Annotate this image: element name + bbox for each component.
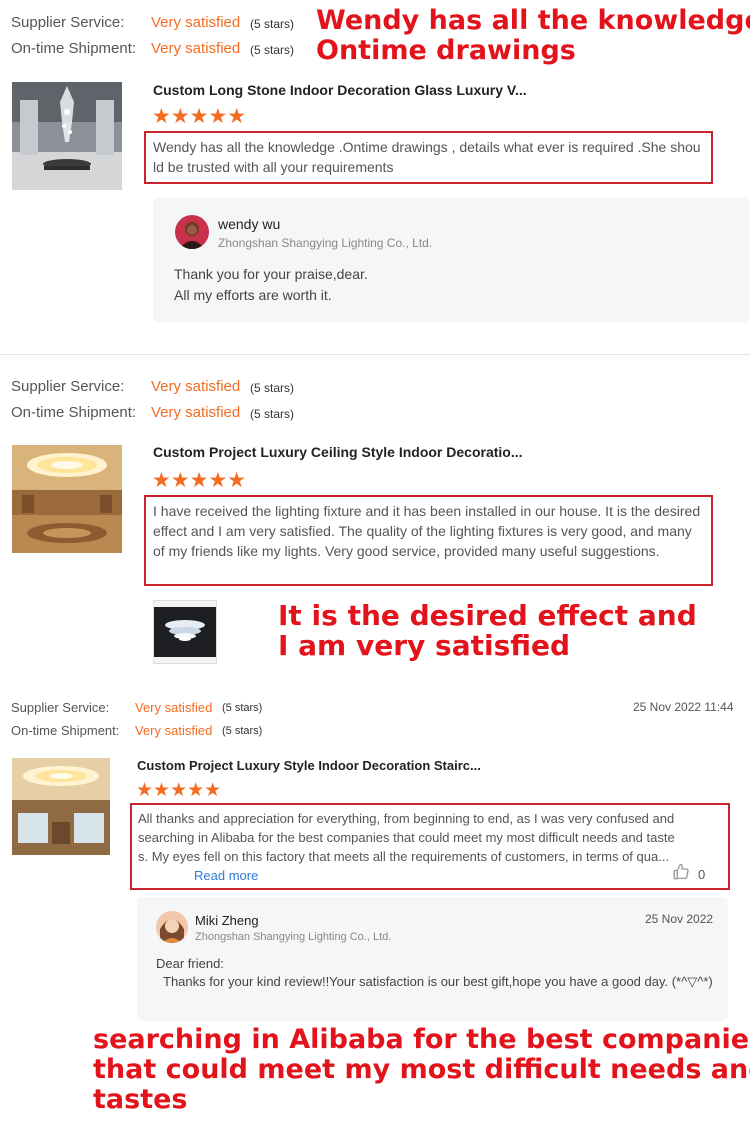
supplier-service-stars: (5 stars) [250,381,295,395]
shipment-value: Very satisfied [135,723,213,738]
product-title[interactable]: Custom Project Luxury Ceiling Style Indo… [153,444,523,460]
supplier-service-value: Very satisfied [151,378,241,395]
supplier-service-stars: (5 stars) [222,702,263,714]
avatar-image [156,911,188,943]
reply-line-1: Dear friend: [156,956,224,971]
product-thumbnail[interactable] [12,758,110,855]
annotation-bottom-line1: searching in Alibaba for the best compan… [93,1024,750,1055]
review-text: All thanks and appreciation for everythi… [138,809,678,885]
shipment-stars: (5 stars) [250,407,295,421]
like-count: 0 [698,867,706,882]
reply-line-2: All my efforts are worth it. [174,287,332,303]
shipment-value: Very satisfied [151,40,241,57]
reply-company: Zhongshan Shangying Lighting Co., Ltd. [218,236,433,250]
product-thumbnail[interactable] [12,445,122,553]
supplier-service-label: Supplier Service: [11,378,125,395]
shipment-stars: (5 stars) [222,725,263,737]
supplier-service-value: Very satisfied [135,700,213,715]
rating-stars: ★★★★★ [152,469,247,492]
review-photo[interactable] [153,600,217,664]
supplier-service-stars: (5 stars) [250,17,295,31]
product-thumbnail[interactable] [12,82,122,190]
review-divider [0,354,750,355]
reply-company: Zhongshan Shangying Lighting Co., Ltd. [195,931,392,943]
review-text: I have received the lighting fixture and… [153,503,701,559]
shipment-stars: (5 stars) [250,43,295,57]
like-control[interactable]: 0 [672,863,705,886]
annotation-top-line1: Wendy has all the knowledge [316,5,750,36]
avatar [156,911,188,943]
review-text-body: All thanks and appreciation for everythi… [138,811,675,864]
ceiling-light-hall-image [12,445,122,553]
reply-text: Dear friend: Thanks for your kind review… [156,955,716,991]
rating-stars: ★★★★★ [152,105,247,128]
annotation-bottom: searching in Alibaba for the best compan… [93,1025,750,1115]
review-highlight-box: I have received the lighting fixture and… [144,495,713,586]
avatar-image [175,215,209,249]
product-title[interactable]: Custom Long Stone Indoor Decoration Glas… [153,82,527,98]
supplier-service-value: Very satisfied [151,14,241,31]
staircase-light-image [12,758,110,855]
read-more-link[interactable]: Read more [194,868,258,883]
shipment-value: Very satisfied [151,404,241,421]
supplier-service-label: Supplier Service: [11,700,110,715]
avatar [175,215,209,249]
reply-author-name: Miki Zheng [195,913,259,928]
reply-date: 25 Nov 2022 [645,912,714,926]
annotation-top-line2: Ontime drawings [316,35,576,66]
reply-line-1: Thank you for your praise,dear. [174,266,368,282]
supplier-service-label: Supplier Service: [11,14,125,31]
thumbs-up-icon[interactable] [672,863,690,886]
annotation-bottom-line2: that could meet my most difficult needs … [93,1054,750,1085]
shipment-label: On-time Shipment: [11,723,120,738]
review-highlight-box: All thanks and appreciation for everythi… [130,803,730,890]
review-text: Wendy has all the knowledge .Ontime draw… [153,139,701,175]
reply-author-name: wendy wu [218,216,281,232]
annotation-middle-line1: It is the desired effect and [278,599,697,632]
seller-reply-card: Miki Zheng Zhongshan Shangying Lighting … [137,897,728,1021]
installed-light-photo [154,601,216,663]
review-highlight-box: Wendy has all the knowledge .Ontime draw… [144,131,713,184]
review-date: 25 Nov 2022 11:44 [633,700,734,714]
annotation-middle-line2: I am very satisfied [278,629,571,662]
reply-line-2: Thanks for your kind review!!Your satisf… [163,974,713,989]
product-title[interactable]: Custom Project Luxury Style Indoor Decor… [137,758,481,773]
annotation-middle: It is the desired effect and I am very s… [278,601,697,661]
reply-text: Thank you for your praise,dear. All my e… [174,264,368,306]
annotation-bottom-line3: tastes [93,1084,188,1115]
seller-reply-card: wendy wu Zhongshan Shangying Lighting Co… [153,198,750,322]
chandelier-room-image [12,82,122,190]
shipment-label: On-time Shipment: [11,404,137,421]
shipment-label: On-time Shipment: [11,40,137,57]
annotation-top: Wendy has all the knowledge Ontime drawi… [316,6,750,66]
rating-stars: ★★★★★ [136,780,222,801]
